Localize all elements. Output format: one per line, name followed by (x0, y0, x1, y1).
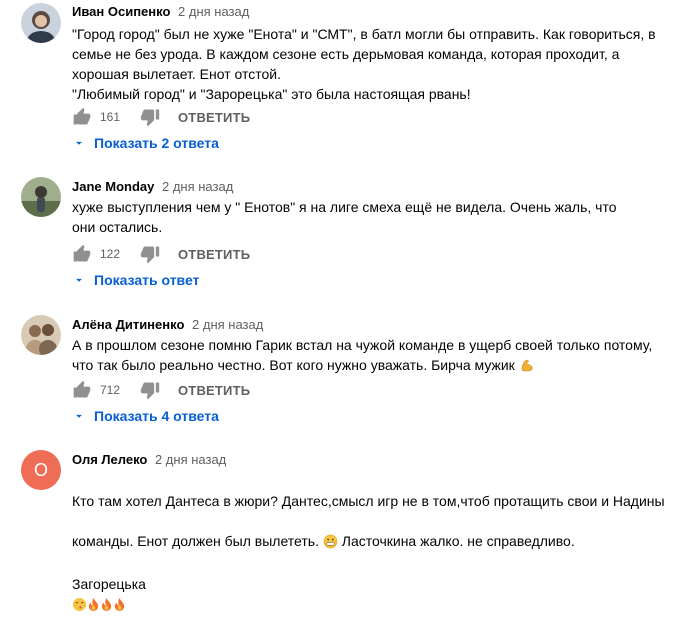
reply-button[interactable]: ОТВЕТИТЬ (178, 110, 250, 125)
show-replies-label: Показать ответ (94, 272, 200, 288)
chevron-down-icon (76, 141, 82, 145)
thumbs-up-icon[interactable] (72, 380, 92, 400)
comment-text-line: команды. Енот должен был вылететь. Ласто… (72, 531, 672, 554)
comment-header: Алёна Дитиненко 2 дня назад (72, 317, 263, 332)
comment-actions: 161 ОТВЕТИТЬ (72, 105, 250, 129)
kiss-face-icon (72, 597, 87, 617)
comment-text: "Город город" был не хуже "Енота" и "СМТ… (72, 26, 656, 102)
show-replies-button[interactable]: Показать ответ (72, 270, 199, 290)
author-name[interactable]: Алёна Дитиненко (72, 317, 184, 332)
avatar-letter: О (33, 459, 48, 480)
comment-text: хуже выступления чем у " Енотов" я на ли… (72, 199, 617, 235)
comment-header: Оля Лелеко 2 дня назад (72, 452, 226, 467)
chevron-down-icon (76, 278, 82, 282)
comment-text: А в прошлом сезоне помню Гарик встал на … (72, 335, 672, 378)
comment-header: Jane Monday 2 дня назад (72, 179, 233, 194)
fire-icon (87, 597, 100, 617)
comment-text-line: Загорецька (72, 574, 672, 617)
fire-icon (100, 597, 113, 617)
show-replies-button[interactable]: Показать 4 ответа (72, 406, 219, 426)
show-replies-button[interactable]: Показать 2 ответа (72, 133, 219, 153)
comment-text-line: Кто там хотел Дантеса в жюри? Дантес,смы… (72, 493, 665, 509)
comment-text-body: А в прошлом сезоне помню Гарик встал на … (72, 337, 653, 373)
thumbs-down-icon[interactable] (140, 244, 160, 264)
reply-button[interactable]: ОТВЕТИТЬ (178, 247, 250, 262)
avatar[interactable] (21, 3, 61, 43)
timestamp[interactable]: 2 дня назад (178, 4, 249, 19)
thumbs-up-icon[interactable] (72, 107, 92, 127)
like-count: 122 (100, 247, 121, 261)
thumbs-down-icon[interactable] (140, 107, 160, 127)
show-replies-label: Показать 2 ответа (94, 135, 219, 151)
comment-text-part: команды. Енот должен был вылететь. (72, 533, 319, 549)
comment-header: Иван Осипенко 2 дня назад (72, 4, 249, 19)
show-replies-label: Показать 4 ответа (94, 408, 219, 424)
avatar[interactable] (21, 315, 61, 355)
thumbs-down-icon[interactable] (140, 380, 160, 400)
grimacing-face-icon (323, 534, 338, 554)
timestamp[interactable]: 2 дня назад (155, 452, 226, 467)
comment-text-part: Ласточкина жалко. не справедливо. (341, 533, 575, 549)
comment-actions: 712 ОТВЕТИТЬ (72, 378, 250, 402)
chevron-down-icon (76, 414, 82, 418)
comment-text: Кто там хотел Дантеса в жюри? Дантес,смы… (72, 471, 672, 637)
timestamp[interactable]: 2 дня назад (162, 179, 233, 194)
flexed-biceps-icon (519, 357, 535, 378)
like-count: 712 (100, 383, 121, 397)
avatar[interactable]: О (21, 450, 61, 490)
avatar[interactable] (21, 177, 61, 217)
reply-button[interactable]: ОТВЕТИТЬ (178, 383, 250, 398)
timestamp[interactable]: 2 дня назад (192, 317, 263, 332)
fire-icon (113, 597, 126, 617)
author-name[interactable]: Оля Лелеко (72, 452, 147, 467)
author-name[interactable]: Jane Monday (72, 179, 154, 194)
comment-actions: 122 ОТВЕТИТЬ (72, 242, 250, 266)
author-name[interactable]: Иван Осипенко (72, 4, 170, 19)
thumbs-up-icon[interactable] (72, 244, 92, 264)
comment-text-part: Загорецька (72, 576, 146, 592)
like-count: 161 (100, 110, 121, 124)
